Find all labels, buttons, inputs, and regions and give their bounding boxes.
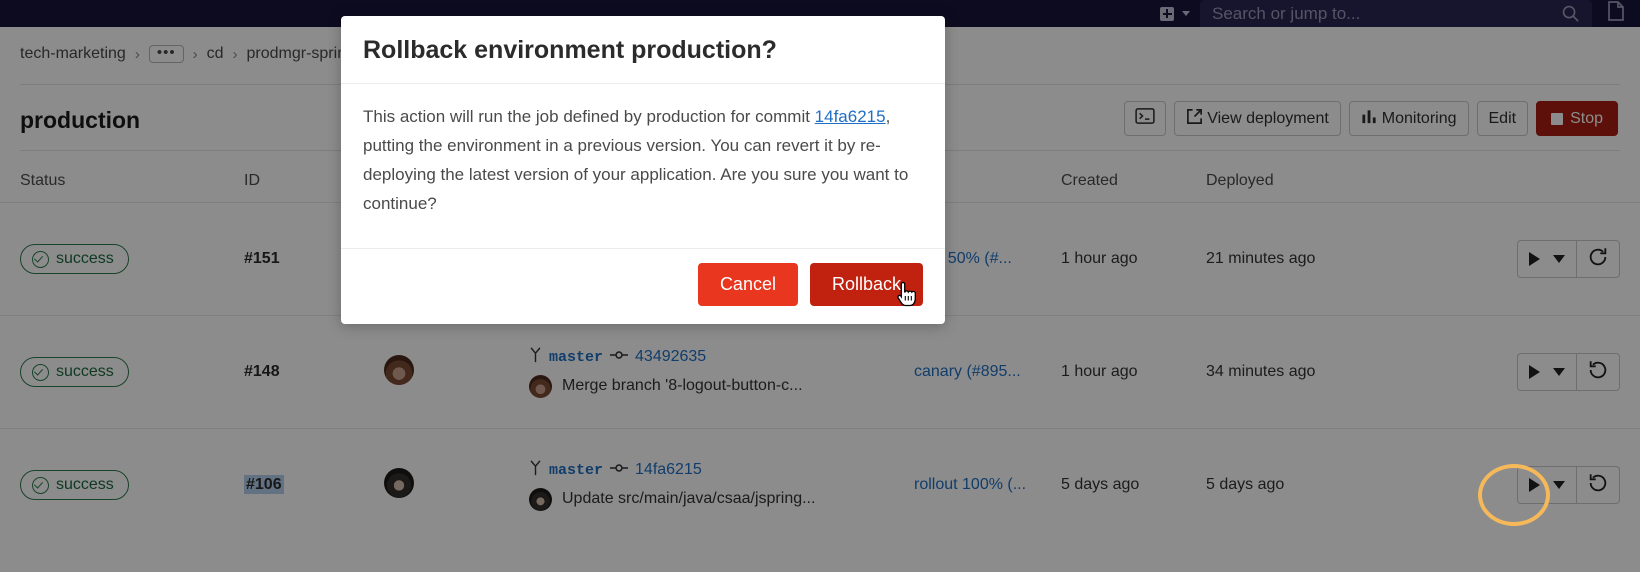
rollback-confirmation-modal: Rollback environment production? This ac… [341, 16, 945, 324]
modal-footer: Cancel Rollback [341, 249, 945, 324]
rollback-confirm-button[interactable]: Rollback [809, 263, 923, 306]
annotation-ellipse [1478, 464, 1550, 526]
screen: Search or jump to... tech-marketing › ••… [0, 0, 1640, 572]
modal-body-text-part1: This action will run the job defined by … [363, 107, 815, 126]
modal-title: Rollback environment production? [363, 36, 777, 64]
modal-header: Rollback environment production? [341, 16, 945, 84]
commit-sha-link[interactable]: 14fa6215 [815, 107, 886, 126]
cancel-button[interactable]: Cancel [697, 263, 798, 306]
modal-body: This action will run the job defined by … [341, 84, 945, 249]
